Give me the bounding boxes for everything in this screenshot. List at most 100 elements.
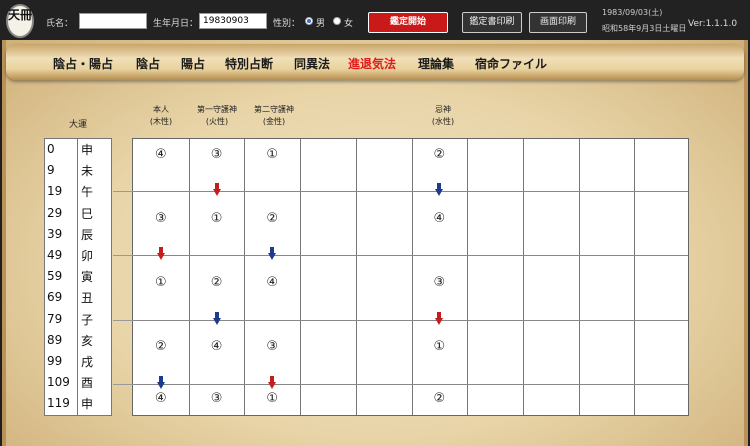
taiun-branch: 辰 xyxy=(81,227,94,242)
gender-female-radio[interactable] xyxy=(333,17,341,25)
taiun-age: 9 xyxy=(47,163,55,178)
grid-connector xyxy=(113,255,133,256)
birth-date-input[interactable] xyxy=(199,13,267,29)
tab-douihou[interactable]: 同異法 xyxy=(294,55,330,72)
tab-destiny-file[interactable]: 宿命ファイル xyxy=(475,55,547,72)
taiun-branch: 戌 xyxy=(81,355,94,369)
taiun-branch: 丑 xyxy=(81,291,94,306)
tab-yousen[interactable]: 陽占 xyxy=(181,55,205,72)
taiun-row: 59 寅 xyxy=(45,266,113,287)
grid-column-divider xyxy=(244,139,246,415)
taiun-row: 29 巳 xyxy=(45,203,113,224)
tab-theory[interactable]: 理論集 xyxy=(418,55,454,72)
column-header-imigami: 忌神 (水性) xyxy=(431,105,455,126)
element-number: ② xyxy=(155,339,167,354)
taiun-branch: 卯 xyxy=(81,249,94,263)
print-screen-button[interactable]: 画面印刷 xyxy=(529,12,587,33)
tab-special-reading[interactable]: 特別占断 xyxy=(225,55,273,72)
element-number: ④ xyxy=(155,147,167,162)
tab-inyou-sen[interactable]: 陰占・陽占 xyxy=(53,55,113,72)
element-number: ③ xyxy=(210,147,223,162)
taiun-branch: 酉 xyxy=(81,376,94,391)
taiun-row: 109 酉 xyxy=(45,372,113,393)
down-arrow-icon xyxy=(212,183,221,196)
grid-connector xyxy=(113,384,133,385)
name-label: 氏名： xyxy=(46,19,74,29)
birth-date-label: 生年月日： xyxy=(153,19,199,29)
grid-column-divider xyxy=(411,139,413,415)
taiun-branch: 子 xyxy=(81,312,94,327)
element-number: ② xyxy=(433,147,446,162)
tab-shintaikihou[interactable]: 進退気法 xyxy=(348,55,396,72)
taiun-row: 19 午 xyxy=(45,181,113,202)
taiun-label: 大運 xyxy=(69,120,88,130)
taiun-row: 0申 xyxy=(45,139,113,160)
taiun-row: 119 申 xyxy=(45,393,113,414)
taiun-row: 79 子 xyxy=(45,309,113,330)
element-number: ② xyxy=(433,391,446,406)
element-number: ③ xyxy=(210,391,223,406)
taiun-row: 39 辰 xyxy=(45,224,113,245)
taiun-branch: 寅 xyxy=(81,270,94,285)
gender-label: 性別： xyxy=(273,19,301,29)
column-header-first-guardian: 第一守護神 (火性) xyxy=(197,105,237,126)
top-toolbar: 天冊 氏名： 生年月日： 性別： 男 女 鑑定開始 鑑定書印刷 画面印刷 198… xyxy=(0,0,750,40)
taiun-age: 89 xyxy=(47,332,63,347)
taiun-age: 39 xyxy=(47,226,63,241)
taiun-table: 0 申 9 未 19 午 29 巳 39 辰 49 卯 59 寅 69 丑 79 子 89 亥 99 戌 109 酉 119 申 xyxy=(44,138,112,416)
grid-column-divider xyxy=(467,139,469,415)
date-japanese: 昭和58年9月3日土曜日 xyxy=(602,24,687,33)
down-arrow-icon xyxy=(212,312,221,325)
grid-column-divider xyxy=(188,139,190,415)
down-arrow-icon xyxy=(435,183,444,196)
taiun-age: 0 xyxy=(47,142,55,156)
taiun-age: 49 xyxy=(47,248,63,262)
element-number: ③ xyxy=(266,339,279,354)
taiun-age: 99 xyxy=(47,354,63,368)
date-western: 1983/09/03(土) xyxy=(602,8,663,17)
taiun-row: 99 戌 xyxy=(45,351,113,372)
gender-male-radio[interactable] xyxy=(305,17,313,25)
grid-column-divider xyxy=(634,139,636,415)
down-arrow-icon xyxy=(268,376,277,389)
tab-insen[interactable]: 陰占 xyxy=(136,55,160,72)
taiun-age: 109 xyxy=(47,375,70,390)
taiun-branch: 亥 xyxy=(81,333,94,348)
grid-connector xyxy=(113,191,133,192)
taiun-age: 79 xyxy=(47,311,63,326)
app-logo: 天冊 xyxy=(6,4,34,38)
taiun-row: 69 丑 xyxy=(45,287,113,308)
taiun-age: 119 xyxy=(47,396,70,411)
taiun-row: 49 卯 xyxy=(45,245,113,266)
taiun-branch: 申 xyxy=(81,143,94,157)
grid-column-divider xyxy=(522,139,524,415)
element-number: ④ xyxy=(155,391,167,406)
grid-column-divider xyxy=(578,139,580,415)
down-arrow-icon xyxy=(156,376,165,389)
element-number: ① xyxy=(155,275,167,290)
print-certificate-button[interactable]: 鑑定書印刷 xyxy=(462,12,522,33)
grid-row-divider xyxy=(133,384,688,385)
start-reading-button[interactable]: 鑑定開始 xyxy=(368,12,448,33)
element-number: ④ xyxy=(266,275,279,290)
element-number: ① xyxy=(210,211,223,226)
element-number: ② xyxy=(210,275,223,290)
shintaikihou-grid: ④ ③ ① ② ③ ① ② ④ ① ② ④ ③ ② ④ ③ ① ④ ③ ① ② xyxy=(113,138,689,416)
taiun-branch: 午 xyxy=(81,185,94,200)
gender-male-label: 男 xyxy=(316,19,326,29)
element-number: ② xyxy=(266,211,279,226)
down-arrow-icon xyxy=(435,312,444,325)
element-number: ④ xyxy=(433,211,446,226)
element-number: ① xyxy=(266,147,279,162)
taiun-age: 69 xyxy=(47,290,63,305)
taiun-branch: 申 xyxy=(81,397,94,412)
down-arrow-icon xyxy=(156,247,165,260)
down-arrow-icon xyxy=(268,247,277,260)
column-header-self: 本人 (木性) xyxy=(149,105,173,126)
name-input[interactable] xyxy=(79,13,147,29)
element-number: ③ xyxy=(155,211,167,226)
taiun-age: 59 xyxy=(47,269,63,284)
taiun-row: 89 亥 xyxy=(45,330,113,351)
taiun-age: 19 xyxy=(47,184,63,199)
taiun-branch: 未 xyxy=(81,164,94,179)
